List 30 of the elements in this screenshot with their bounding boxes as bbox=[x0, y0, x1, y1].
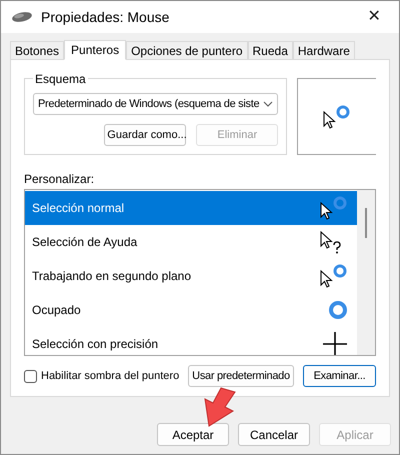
window-title: Propiedades: Mouse bbox=[41, 8, 170, 27]
list-item[interactable]: Trabajando en segundo plano bbox=[25, 259, 357, 293]
cursor-busy-icon bbox=[319, 195, 349, 221]
list-item[interactable]: Selección de Ayuda bbox=[25, 225, 357, 259]
cancel-button[interactable]: Cancelar bbox=[238, 423, 310, 446]
cursor-busy-icon bbox=[319, 263, 349, 289]
tab[interactable]: Hardware bbox=[292, 41, 355, 59]
chevron-down-icon bbox=[263, 101, 274, 107]
tab[interactable]: Rueda bbox=[248, 41, 293, 59]
list-item[interactable]: Selección con precisión bbox=[25, 327, 357, 355]
list-item[interactable]: Selección normal bbox=[25, 191, 357, 225]
browse-button[interactable]: Examinar... bbox=[303, 365, 376, 387]
list-item[interactable]: Ocupado bbox=[25, 293, 357, 327]
scheme-dropdown[interactable]: Predeterminado de Windows (esquema de siste bbox=[33, 93, 278, 115]
scrollbar[interactable] bbox=[357, 190, 375, 355]
busy-ring-icon bbox=[329, 301, 347, 319]
close-button[interactable]: ✕ bbox=[359, 3, 389, 31]
dropdown-value: Predeterminado de Windows (esquema de siste bbox=[38, 96, 260, 112]
save-as-button[interactable]: Guardar como... bbox=[104, 124, 186, 146]
mouse-icon bbox=[11, 11, 33, 23]
scrollbar-thumb[interactable] bbox=[365, 208, 367, 238]
tab[interactable]: Botones bbox=[10, 41, 64, 59]
checkbox-label: Habilitar sombra del puntero bbox=[41, 368, 180, 384]
cursor-busy-icon bbox=[322, 104, 352, 130]
tab[interactable]: Punteros bbox=[64, 40, 126, 60]
ok-button[interactable]: Aceptar bbox=[157, 423, 229, 446]
use-default-button[interactable]: Usar predeterminado bbox=[188, 365, 294, 387]
tab[interactable]: Opciones de puntero bbox=[126, 41, 248, 59]
checkbox[interactable] bbox=[24, 370, 37, 382]
section-label: Personalizar: bbox=[24, 171, 96, 185]
